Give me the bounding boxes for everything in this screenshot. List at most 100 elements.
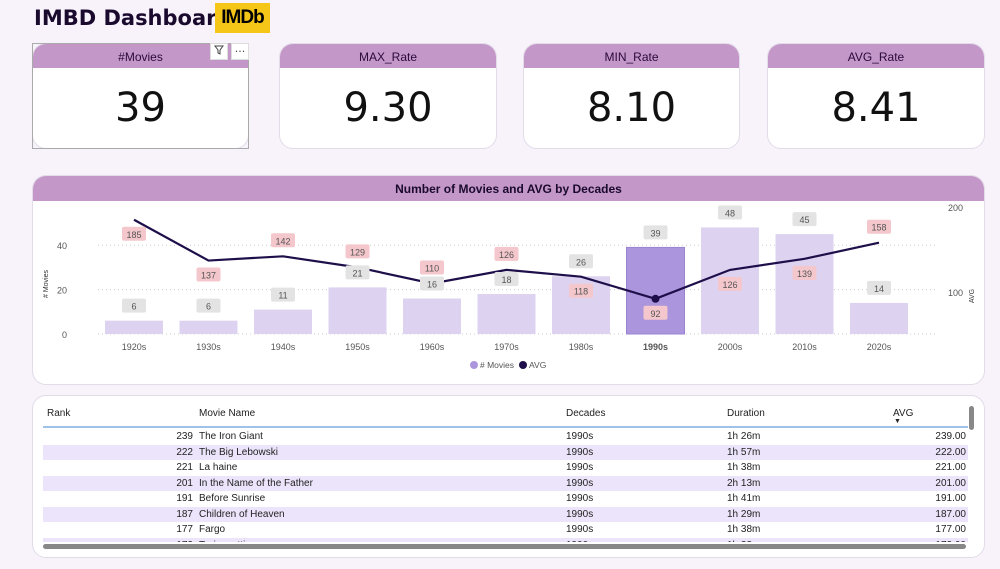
x-tick-label: 1980s bbox=[569, 342, 594, 352]
bar-2020s[interactable] bbox=[850, 302, 908, 334]
avg-data-label: 129 bbox=[350, 247, 365, 257]
chart-title: Number of Movies and AVG by Decades bbox=[33, 176, 984, 201]
cell-decades: 1990s bbox=[566, 524, 594, 535]
x-tick-label: 1960s bbox=[420, 342, 445, 352]
card-label: MAX_Rate bbox=[280, 44, 496, 68]
bar-1930s[interactable] bbox=[179, 320, 238, 334]
x-tick-label: 2020s bbox=[867, 342, 892, 352]
decades-chart: Number of Movies and AVG by Decades 0 20 4… bbox=[32, 175, 985, 385]
bar-1970s[interactable] bbox=[477, 294, 536, 334]
table-row[interactable]: 222 The Big Lebowski 1990s 1h 57m 222.00 bbox=[43, 444, 968, 460]
table-row[interactable]: 221 La haine 1990s 1h 38m 221.00 bbox=[43, 460, 968, 476]
cell-rank: 221 bbox=[176, 462, 193, 473]
filter-icon[interactable] bbox=[210, 43, 228, 60]
cell-decades: 1990s bbox=[566, 493, 594, 504]
bar-data-label: 6 bbox=[206, 302, 211, 312]
x-tick-label: 1940s bbox=[271, 342, 296, 352]
cell-duration: 1h 29m bbox=[727, 508, 761, 520]
y-tick-label: 40 bbox=[57, 241, 67, 251]
bar-data-label: 26 bbox=[576, 257, 586, 267]
column-header-duration[interactable]: Duration bbox=[727, 408, 765, 419]
legend-movies[interactable]: # Movies bbox=[480, 360, 514, 370]
avg-point-1990s[interactable] bbox=[651, 294, 660, 303]
imdb-logo: IMDb bbox=[215, 3, 270, 33]
more-options-button[interactable]: ··· bbox=[231, 43, 249, 60]
bar-2010s[interactable] bbox=[775, 234, 834, 334]
cell-rank: 177 bbox=[176, 524, 193, 535]
card-avg-rate[interactable]: AVG_Rate 8.41 bbox=[767, 43, 985, 149]
table-row[interactable]: 191 Before Sunrise 1990s 1h 41m 191.00 bbox=[43, 491, 968, 507]
card-label: MIN_Rate bbox=[524, 44, 739, 68]
cell-movie-name: La haine bbox=[199, 462, 238, 473]
avg-data-label: 126 bbox=[499, 250, 514, 260]
cell-rank: 201 bbox=[176, 477, 193, 489]
card-max-rate[interactable]: MAX_Rate 9.30 bbox=[279, 43, 497, 149]
avg-data-label: 137 bbox=[201, 271, 216, 281]
cell-movie-name: Children of Heaven bbox=[199, 508, 285, 520]
card-value: 9.30 bbox=[343, 85, 433, 131]
cell-duration: 1h 57m bbox=[727, 446, 761, 458]
legend-movies-icon bbox=[470, 361, 478, 369]
page-title: IMBD Dashboard bbox=[34, 6, 232, 30]
table-row[interactable]: 201 In the Name of the Father 1990s 2h 13m 2… bbox=[43, 475, 968, 491]
cell-duration: 2h 13m bbox=[727, 477, 761, 489]
x-tick-label: 1970s bbox=[494, 342, 519, 352]
cell-rank: 239 bbox=[176, 431, 193, 442]
column-header-rank[interactable]: Rank bbox=[47, 408, 70, 419]
movies-table: Rank Movie Name Decades Duration AVG ▼ 2… bbox=[32, 395, 985, 558]
card-label: AVG_Rate bbox=[768, 44, 984, 68]
cell-rank: 222 bbox=[176, 446, 193, 458]
cell-duration: 1h 26m bbox=[727, 431, 761, 442]
bar-data-label: 11 bbox=[278, 291, 287, 301]
cell-movie-name: In the Name of the Father bbox=[199, 477, 313, 489]
column-header-decades[interactable]: Decades bbox=[566, 408, 605, 419]
avg-data-label: 126 bbox=[722, 280, 737, 290]
column-header-movie-name[interactable]: Movie Name bbox=[199, 408, 255, 419]
bar-data-label: 39 bbox=[650, 228, 660, 238]
card-value: 39 bbox=[115, 85, 166, 131]
y-axis-label: # Movies bbox=[43, 269, 50, 298]
y-tick-label: 20 bbox=[57, 286, 67, 296]
bar-data-label: 18 bbox=[501, 275, 511, 285]
cell-duration: 1h 33m bbox=[727, 538, 760, 543]
cell-decades: 1990s bbox=[566, 538, 593, 543]
bar-1960s[interactable] bbox=[403, 298, 461, 334]
bar-data-label: 21 bbox=[352, 268, 362, 278]
cell-decades: 1990s bbox=[566, 431, 594, 442]
bar-1940s[interactable] bbox=[254, 309, 312, 334]
horizontal-scrollbar[interactable] bbox=[43, 544, 966, 549]
x-tick-label: 2010s bbox=[792, 342, 817, 352]
cell-decades: 1990s bbox=[566, 446, 594, 458]
card-min-rate[interactable]: MIN_Rate 8.10 bbox=[523, 43, 740, 149]
cell-avg: 222.00 bbox=[935, 446, 966, 458]
cell-duration: 1h 38m bbox=[727, 462, 761, 473]
avg-data-label: 139 bbox=[797, 269, 812, 279]
table-row[interactable]: 239 The Iron Giant 1990s 1h 26m 239.00 bbox=[43, 429, 968, 445]
cell-avg: 221.00 bbox=[935, 462, 966, 473]
bar-1920s[interactable] bbox=[105, 320, 163, 334]
table-row[interactable]: 177 Fargo 1990s 1h 38m 177.00 bbox=[43, 522, 968, 538]
bar-1950s[interactable] bbox=[328, 287, 387, 334]
avg-data-label: 185 bbox=[126, 230, 141, 240]
cell-movie-name: Fargo bbox=[199, 524, 226, 535]
x-tick-label: 1920s bbox=[122, 342, 147, 352]
table-row[interactable]: 172 Trainspotting 1990s 1h 33m 172.00 bbox=[43, 537, 968, 543]
cell-avg: 187.00 bbox=[935, 508, 966, 520]
x-tick-label: 1930s bbox=[196, 342, 221, 352]
cell-avg: 239.00 bbox=[935, 431, 966, 442]
cell-decades: 1990s bbox=[566, 477, 594, 489]
avg-data-label: 110 bbox=[425, 264, 439, 274]
cell-avg: 201.00 bbox=[935, 477, 966, 489]
legend-avg[interactable]: AVG bbox=[529, 360, 546, 370]
table-row[interactable]: 187 Children of Heaven 1990s 1h 29m 187.00 bbox=[43, 506, 968, 522]
x-tick-label: 1990s bbox=[643, 342, 668, 352]
cell-movie-name: The Iron Giant bbox=[199, 431, 263, 442]
cell-avg: 177.00 bbox=[935, 524, 966, 535]
y2-tick-label: 200 bbox=[948, 203, 963, 213]
sort-desc-icon[interactable]: ▼ bbox=[894, 418, 901, 425]
cell-duration: 1h 38m bbox=[727, 524, 761, 535]
cell-movie-name: Before Sunrise bbox=[199, 493, 266, 504]
y2-axis-label: AVG bbox=[969, 289, 976, 303]
vertical-scrollbar[interactable] bbox=[969, 406, 974, 430]
x-tick-label: 1950s bbox=[345, 342, 370, 352]
